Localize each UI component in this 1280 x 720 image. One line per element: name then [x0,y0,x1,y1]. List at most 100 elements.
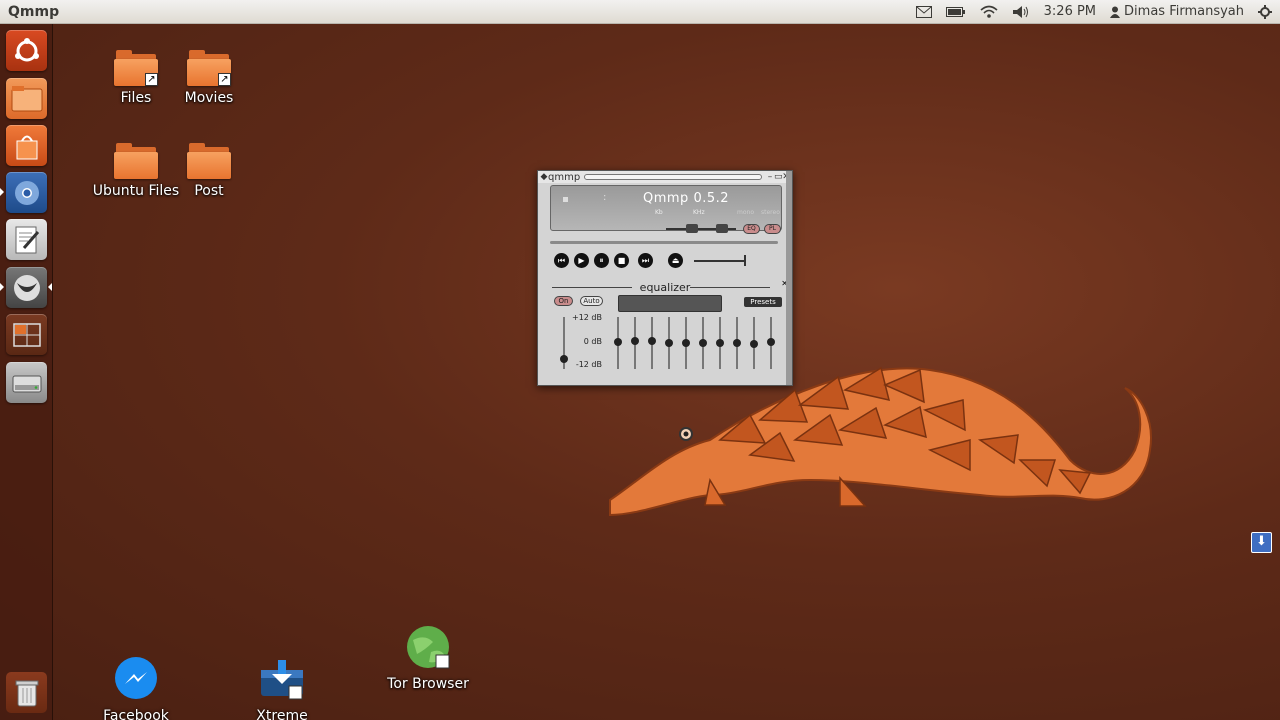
folder-icon: ↗ [187,50,231,86]
mono-label: mono [737,209,754,216]
desktop-icon-tor-browser[interactable]: Tor Browser [378,624,478,692]
launcher [0,24,53,720]
seek-bar[interactable] [550,241,778,244]
pause-button[interactable]: ⏸ [594,253,609,268]
download-arrow-button[interactable]: ⬇ [1251,532,1272,553]
volume-slider-knob[interactable] [686,224,698,233]
stereo-label: stereo [761,209,780,216]
eq-band-knob[interactable] [682,339,690,347]
wifi-icon[interactable] [980,5,998,19]
qmmp-launcher-button[interactable] [6,267,47,308]
eq-band-knob[interactable] [665,339,673,347]
user-name: Dimas Firmansyah [1124,4,1244,19]
volume-track[interactable] [694,260,744,262]
menu-button[interactable]: ◆ [540,172,548,182]
equalizer-header: equalizer [538,281,792,294]
folder-icon [114,143,158,179]
disk-drive-button[interactable] [6,362,47,403]
db-plus-label: +12 dB [572,313,602,322]
chromium-icon [14,180,39,205]
workspace-switcher-icon [12,322,41,347]
files-launcher-button[interactable] [6,78,47,119]
user-icon [1110,6,1121,18]
eq-band-knob[interactable] [614,338,622,346]
battery-icon[interactable] [945,6,966,18]
running-indicator [0,188,4,196]
track-title: Qmmp 0.5.2 [643,191,730,206]
shade-button[interactable]: ▭ [774,172,783,182]
top-panel: Qmmp 3:26 PM Dimas Firmansyah [0,0,1280,24]
dash-home-button[interactable] [6,30,47,71]
eq-presets-button[interactable]: Presets [744,297,782,307]
desktop-icon-label: Files [120,90,152,106]
trash-icon [15,680,38,706]
eq-band-knob[interactable] [767,338,775,346]
qmmp-icon [13,274,40,301]
desktop-icon-label: Movies [184,90,234,106]
desktop-icon-label: Xtreme Download Manager [256,708,308,720]
kb-label: Kb [655,209,663,216]
trash-button[interactable] [6,672,47,713]
text-editor-icon [15,226,39,253]
playlist-toggle-button[interactable]: PL [764,224,781,234]
desktop-icon-post[interactable]: Post [159,143,259,199]
download-manager-icon [259,640,305,700]
gear-icon[interactable] [1258,4,1272,19]
text-editor-button[interactable] [6,219,47,260]
desktop-icon-label: Post [194,183,224,199]
indicator-area: 3:26 PM Dimas Firmansyah [915,4,1272,19]
previous-button[interactable]: ⏮ [554,253,569,268]
active-indicator [48,283,52,291]
folder-icon [187,143,231,179]
play-button[interactable]: ▶ [574,253,589,268]
stop-button[interactable]: ■ [614,253,629,268]
software-center-button[interactable] [6,125,47,166]
desktop-icon-xtreme-download-manager[interactable]: Xtreme Download Manager [232,624,332,720]
playback-controls: ⏮ ▶ ⏸ ■ ⏭ ⏏ [554,253,683,268]
qmmp-window: ◆ qmmp – ▭ ✕ : Qmmp 0.5.2 Kb KHz mono st… [537,170,793,386]
eq-band-knob[interactable] [699,339,707,347]
eq-band-knob[interactable] [648,337,656,345]
equalizer-title: equalizer [639,281,691,294]
preamp-knob[interactable] [560,355,568,363]
next-button[interactable]: ⏭ [638,253,653,268]
eq-auto-button[interactable]: Auto [580,296,603,306]
folder-icon: ↗ [114,50,158,86]
qmmp-title: qmmp [548,171,581,183]
db-minus-label: -12 dB [575,360,602,369]
eq-band-knob[interactable] [750,340,758,348]
khz-label: KHz [693,209,705,216]
eq-toggle-button[interactable]: EQ [743,224,760,234]
eq-preset-display [618,295,722,312]
stop-state-icon [563,197,568,202]
tor-globe-icon [405,624,451,670]
volume-icon[interactable] [1012,5,1030,19]
eq-band-knob[interactable] [631,337,639,345]
ubuntu-logo-icon [14,37,39,61]
running-indicator [0,283,4,291]
shopping-bag-icon [16,135,37,159]
eq-band-knob[interactable] [733,339,741,347]
eq-on-button[interactable]: On [554,296,573,306]
clock[interactable]: 3:26 PM [1044,4,1096,19]
folder-icon [11,85,42,111]
chromium-button[interactable] [6,172,47,213]
desktop-icon-facebook-messenger[interactable]: Facebook Messenger [86,624,186,720]
window-edge [786,171,792,385]
eject-button[interactable]: ⏏ [668,253,683,268]
messenger-icon [113,640,159,699]
active-app-title: Qmmp [8,3,60,20]
user-menu[interactable]: Dimas Firmansyah [1110,4,1244,19]
desktop-icon-label: Tor Browser [387,676,469,692]
db-zero-label: 0 dB [583,337,602,346]
volume-end-marker [744,255,746,266]
desktop-icon-movies[interactable]: ↗ Movies [159,50,259,106]
mail-icon[interactable] [915,5,932,18]
desktop-icon-label: Facebook Messenger [103,708,169,720]
eq-band-knob[interactable] [716,339,724,347]
minimize-button[interactable]: – [766,172,774,182]
hard-drive-icon [12,375,41,392]
qmmp-titlebar[interactable]: ◆ qmmp – ▭ ✕ [538,171,792,183]
balance-slider-knob[interactable] [716,224,728,233]
workspace-switcher-button[interactable] [6,314,47,355]
